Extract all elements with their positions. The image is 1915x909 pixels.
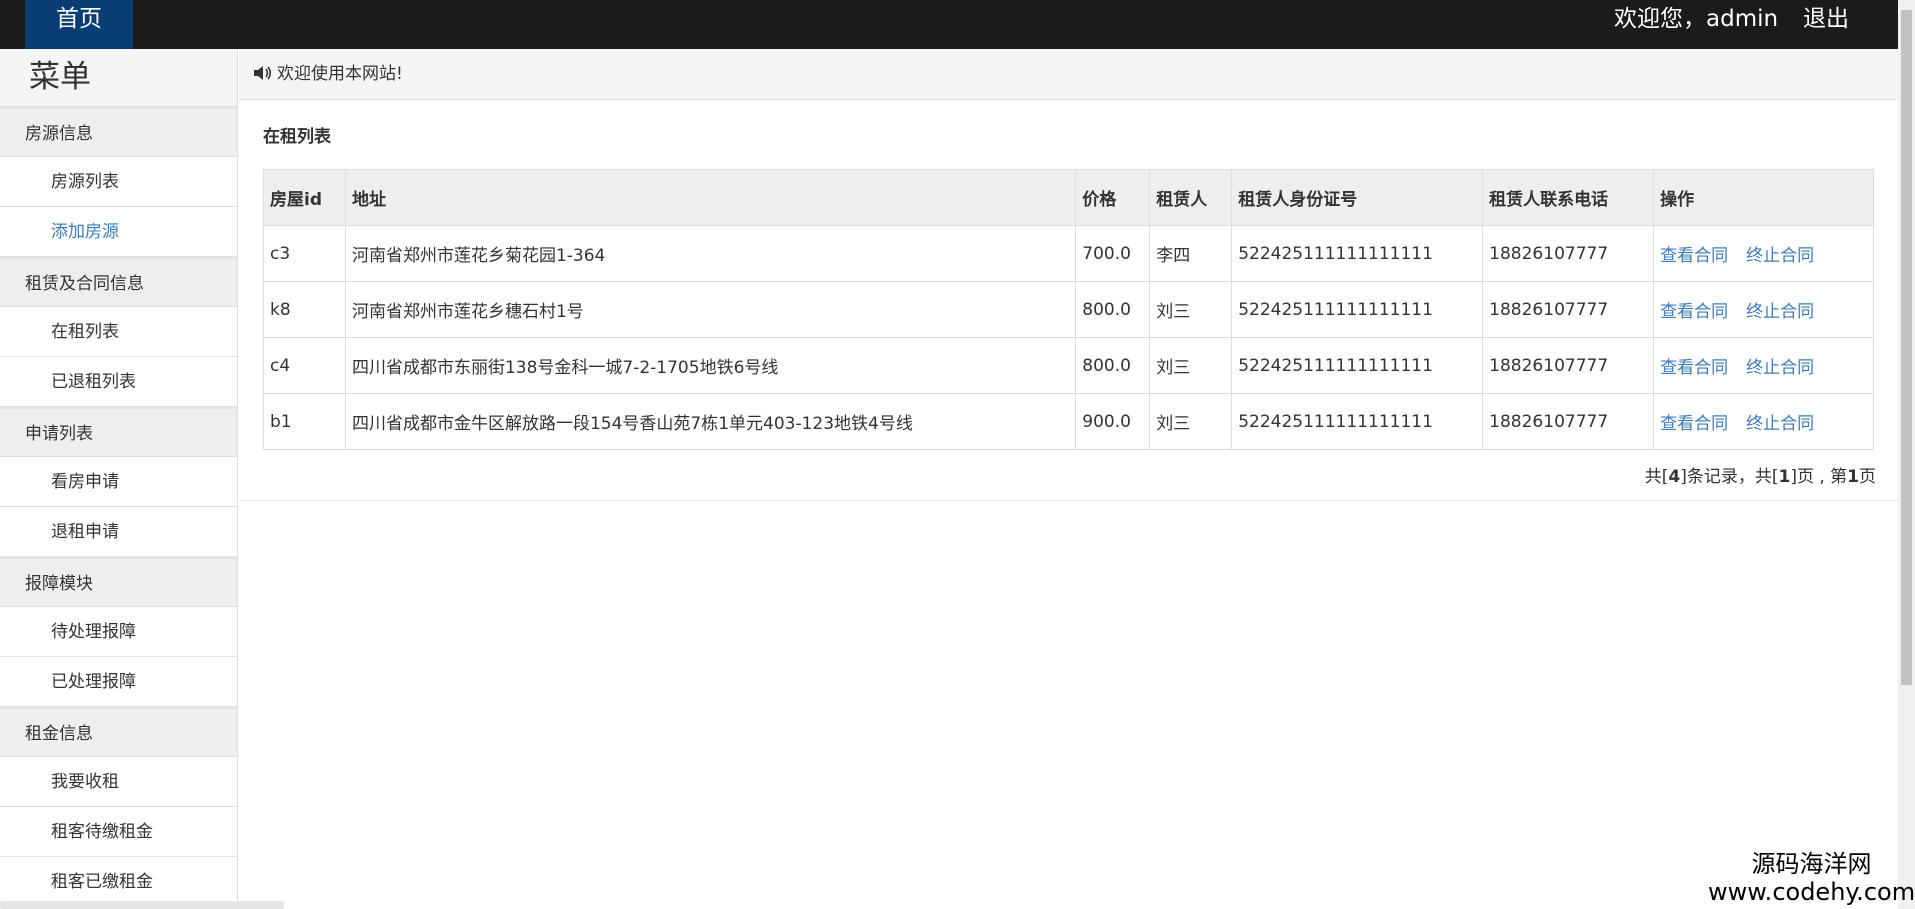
cell-tenant: 刘三 (1149, 393, 1233, 450)
column-header: 房屋id (263, 169, 346, 226)
view-contract-link[interactable]: 查看合同 (1660, 246, 1728, 266)
view-contract-link[interactable]: 查看合同 (1660, 414, 1728, 434)
menu-title: 菜单 (0, 49, 237, 107)
cell-actions: 查看合同 终止合同 (1653, 281, 1874, 338)
cell-tenant: 刘三 (1149, 337, 1233, 394)
cell-phone: 18826107777 (1482, 225, 1655, 282)
sidebar-item-active-rentals[interactable]: 在租列表 (0, 307, 237, 357)
terminate-contract-link[interactable]: 终止合同 (1746, 414, 1814, 434)
cell-tenant: 李四 (1149, 225, 1233, 282)
current-page: 1 (1847, 467, 1859, 487)
cell-price: 700.0 (1075, 225, 1151, 282)
pagination-summary: 共[4]条记录，共[1]页 , 第1页 (1645, 462, 1876, 487)
column-header: 租赁人 (1149, 169, 1233, 226)
cell-actions: 查看合同 终止合同 (1653, 225, 1874, 282)
pagination-text: 页 (1859, 467, 1876, 487)
cell-actions: 查看合同 终止合同 (1653, 337, 1874, 394)
sidebar-group-rent[interactable]: 租金信息 (0, 707, 237, 757)
column-header: 租赁人身份证号 (1231, 169, 1484, 226)
sidebar-item-moveout-requests[interactable]: 退租申请 (0, 507, 237, 557)
table-row: c4 四川省成都市东丽街138号金科一城7-2-1705地铁6号线 800.0 … (263, 337, 1874, 394)
sidebar-item-collect-rent[interactable]: 我要收租 (0, 757, 237, 807)
cell-price: 800.0 (1075, 281, 1151, 338)
sidebar-item-listing-list[interactable]: 房源列表 (0, 157, 237, 207)
terminate-contract-link[interactable]: 终止合同 (1746, 302, 1814, 322)
view-contract-link[interactable]: 查看合同 (1660, 358, 1728, 378)
table-row: b1 四川省成都市金牛区解放路一段154号香山苑7栋1单元403-123地铁4号… (263, 393, 1874, 450)
sidebar-group-listings[interactable]: 房源信息 (0, 107, 237, 157)
watermark-line2: www.codehy.com (1708, 878, 1915, 906)
cell-address: 四川省成都市东丽街138号金科一城7-2-1705地铁6号线 (344, 337, 1077, 394)
cell-address: 河南省郑州市莲花乡菊花园1-364 (344, 225, 1077, 282)
cell-address: 河南省郑州市莲花乡穗石村1号 (344, 281, 1077, 338)
table-row: c3 河南省郑州市莲花乡菊花园1-364 700.0 李四 5224251111… (263, 225, 1874, 282)
pagination-text: 共[ (1644, 467, 1669, 487)
pagination-text: ]页 , 第 (1790, 467, 1848, 487)
sidebar-item-pending-repairs[interactable]: 待处理报障 (0, 607, 237, 657)
cell-house-id: k8 (263, 281, 346, 338)
horizontal-scrollbar[interactable] (0, 901, 284, 909)
panel-title: 在租列表 (263, 127, 331, 147)
rental-panel: 在租列表 房屋id 地址 价格 租赁人 租赁人身份证号 租赁人联系电话 操作 c… (239, 100, 1898, 501)
speaker-icon (254, 66, 272, 80)
logout-link[interactable]: 退出 (1803, 0, 1849, 38)
sidebar-item-unpaid-rent[interactable]: 租客待缴租金 (0, 807, 237, 857)
sidebar-group-repairs[interactable]: 报障模块 (0, 557, 237, 607)
cell-address: 四川省成都市金牛区解放路一段154号香山苑7栋1单元403-123地铁4号线 (344, 393, 1077, 450)
pagination-text: ]条记录，共[ (1680, 467, 1779, 487)
view-contract-link[interactable]: 查看合同 (1660, 302, 1728, 322)
terminate-contract-link[interactable]: 终止合同 (1746, 246, 1814, 266)
welcome-text: 欢迎您，admin (1614, 6, 1779, 32)
cell-house-id: c3 (263, 225, 346, 282)
sidebar-item-handled-repairs[interactable]: 已处理报障 (0, 657, 237, 707)
vertical-scrollbar[interactable] (1898, 0, 1915, 909)
cell-house-id: b1 (263, 393, 346, 450)
notice-text: 欢迎使用本网站! (277, 64, 403, 84)
notice-bar: 欢迎使用本网站! (239, 49, 1898, 100)
table-row: k8 河南省郑州市莲花乡穗石村1号 800.0 刘三 5224251111111… (263, 281, 1874, 338)
watermark-line1: 源码海洋网 (1751, 850, 1872, 878)
sidebar-group-lease-contracts[interactable]: 租赁及合同信息 (0, 257, 237, 307)
column-header: 价格 (1075, 169, 1151, 226)
total-pages: 1 (1778, 467, 1791, 487)
sidebar-group-applications[interactable]: 申请列表 (0, 407, 237, 457)
cell-id-card: 522425111111111111 (1231, 281, 1484, 338)
cell-price: 800.0 (1075, 337, 1151, 394)
terminate-contract-link[interactable]: 终止合同 (1746, 358, 1814, 378)
cell-id-card: 522425111111111111 (1231, 393, 1484, 450)
cell-phone: 18826107777 (1482, 337, 1655, 394)
cell-actions: 查看合同 终止合同 (1653, 393, 1874, 450)
cell-phone: 18826107777 (1482, 281, 1655, 338)
home-tab[interactable]: 首页 (25, 0, 133, 49)
watermark: 源码海洋网 www.codehy.com (1708, 850, 1915, 906)
sidebar-item-viewing-requests[interactable]: 看房申请 (0, 457, 237, 507)
column-header: 地址 (344, 169, 1077, 226)
cell-tenant: 刘三 (1149, 281, 1233, 338)
cell-id-card: 522425111111111111 (1231, 337, 1484, 394)
sidebar: 菜单 房源信息 房源列表 添加房源 租赁及合同信息 在租列表 已退租列表 申请列… (0, 49, 238, 909)
column-header: 操作 (1653, 169, 1874, 226)
cell-house-id: c4 (263, 337, 346, 394)
sidebar-item-paid-rent[interactable]: 租客已缴租金 (0, 857, 237, 907)
top-navbar: 首页 欢迎您，admin 退出 (0, 0, 1915, 49)
table-header-row: 房屋id 地址 价格 租赁人 租赁人身份证号 租赁人联系电话 操作 (263, 169, 1874, 226)
total-records: 4 (1668, 467, 1681, 487)
sidebar-item-ended-rentals[interactable]: 已退租列表 (0, 357, 237, 407)
column-header: 租赁人联系电话 (1482, 169, 1655, 226)
scrollbar-thumb[interactable] (1901, 10, 1912, 685)
rental-table: 房屋id 地址 价格 租赁人 租赁人身份证号 租赁人联系电话 操作 c3 河南省… (263, 169, 1874, 450)
cell-id-card: 522425111111111111 (1231, 225, 1484, 282)
sidebar-item-add-listing[interactable]: 添加房源 (0, 207, 237, 257)
cell-price: 900.0 (1075, 393, 1151, 450)
cell-phone: 18826107777 (1482, 393, 1655, 450)
